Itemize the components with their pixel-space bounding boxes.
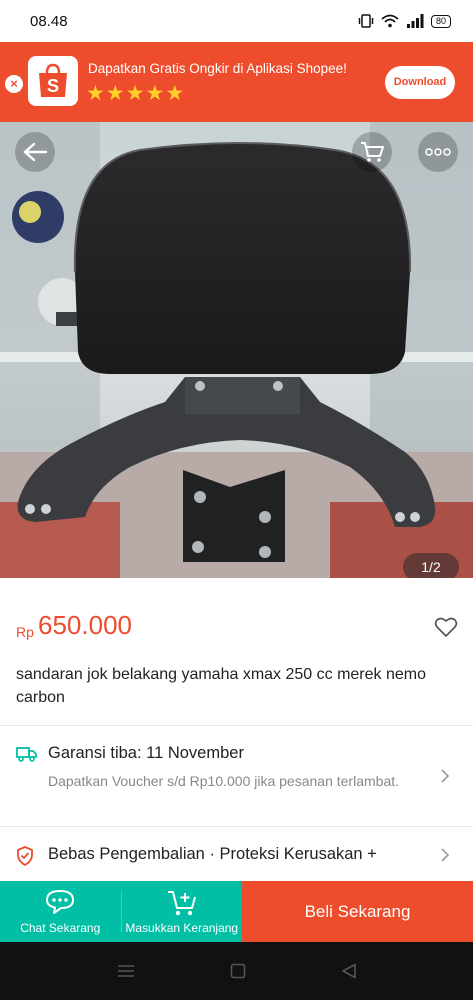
back-nav-icon[interactable] xyxy=(341,963,357,979)
shipping-title: Garansi tiba: 11 November xyxy=(48,744,244,762)
star-icon: ★ xyxy=(86,82,105,105)
svg-text:S: S xyxy=(47,76,59,96)
shipping-subtitle: Dapatkan Voucher s/d Rp10.000 jika pesan… xyxy=(48,773,400,789)
chat-label: Chat Sekarang xyxy=(20,921,101,935)
star-icon: ★ xyxy=(105,82,125,105)
truck-icon xyxy=(16,747,37,762)
chevron-right-icon xyxy=(441,848,450,862)
wifi-icon xyxy=(381,14,399,28)
more-options-button[interactable] xyxy=(418,132,458,172)
bottom-action-bar: Chat Sekarang Masukkan Keranjang Beli Se… xyxy=(0,881,473,942)
chat-icon xyxy=(46,890,75,914)
cart-button[interactable] xyxy=(352,132,392,172)
signal-icon xyxy=(406,14,424,28)
status-bar: 08.48 80 xyxy=(0,0,473,42)
battery-indicator: 80 xyxy=(430,14,451,28)
arrow-left-icon xyxy=(23,142,48,162)
price-value: 650.000 xyxy=(38,610,132,640)
star-icon: ★ xyxy=(165,82,185,105)
system-nav-bar xyxy=(0,942,473,1000)
add-to-cart-button[interactable]: Masukkan Keranjang xyxy=(122,881,243,942)
buy-now-button[interactable]: Beli Sekarang xyxy=(242,881,473,942)
menu-icon[interactable] xyxy=(117,964,135,978)
price-row: Rp 650.000 xyxy=(0,600,473,658)
heart-icon[interactable] xyxy=(434,616,458,638)
rating-stars: ★ ★ ★ ★ ★ xyxy=(86,83,184,104)
product-title: sandaran jok belakang yamaha xmax 250 cc… xyxy=(16,666,426,706)
star-icon: ★ xyxy=(125,82,145,105)
protection-title: Bebas Pengembalian · Proteksi Kerusakan … xyxy=(48,845,377,863)
close-icon[interactable]: × xyxy=(5,75,23,93)
shopee-logo: S xyxy=(28,56,78,106)
back-button[interactable] xyxy=(15,132,55,172)
shipping-guarantee-row[interactable]: Garansi tiba: 11 November Dapatkan Vouch… xyxy=(0,726,473,826)
protection-row[interactable]: Bebas Pengembalian · Proteksi Kerusakan … xyxy=(0,827,473,881)
shield-icon xyxy=(17,846,33,866)
app-download-banner[interactable]: × S Dapatkan Gratis Ongkir di Aplikasi S… xyxy=(0,42,473,122)
shopping-bag-icon: S xyxy=(39,63,67,97)
status-icons: 80 xyxy=(358,14,451,28)
status-time: 08.48 xyxy=(30,12,68,30)
image-counter: 1/2 xyxy=(403,553,459,578)
price-currency: Rp xyxy=(16,624,34,640)
banner-text: Dapatkan Gratis Ongkir di Aplikasi Shope… xyxy=(88,61,347,76)
cart-label: Masukkan Keranjang xyxy=(125,921,239,935)
product-image-gallery[interactable]: 1/2 xyxy=(0,122,473,578)
home-icon[interactable] xyxy=(230,963,246,979)
chat-button[interactable]: Chat Sekarang xyxy=(0,881,121,942)
add-to-cart-icon xyxy=(167,891,196,916)
product-photo xyxy=(0,122,473,578)
action-left-group: Chat Sekarang Masukkan Keranjang xyxy=(0,881,242,942)
cart-icon xyxy=(361,142,384,162)
more-icon xyxy=(425,148,451,156)
chevron-right-icon xyxy=(441,769,450,783)
download-button[interactable]: Download xyxy=(385,66,455,99)
vibrate-icon xyxy=(358,14,374,28)
star-icon: ★ xyxy=(145,82,165,105)
